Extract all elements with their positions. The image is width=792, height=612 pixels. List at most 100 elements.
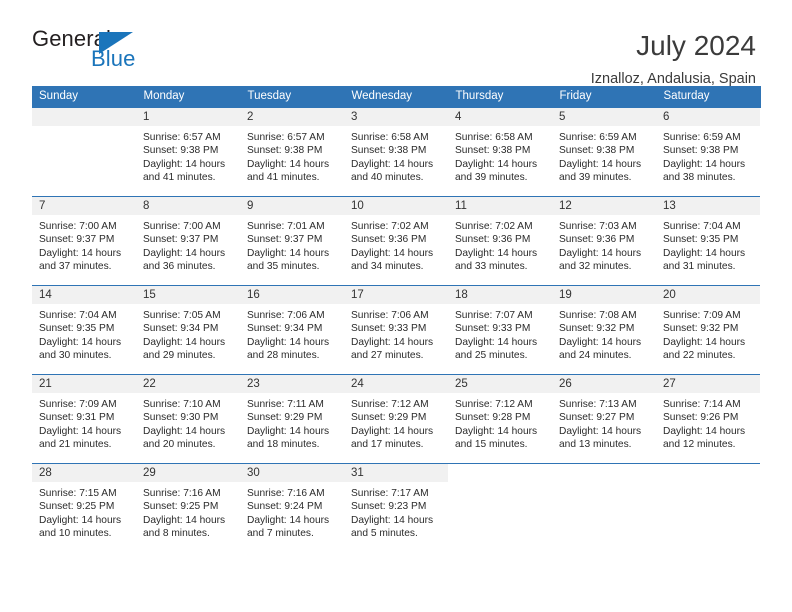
calendar-day-cell[interactable]: 25 Sunrise: 7:12 AM Sunset: 9:28 PM Dayligh… bbox=[448, 374, 552, 464]
day-number: 19 bbox=[552, 286, 656, 304]
weekday-header-wednesday: Wednesday bbox=[344, 86, 449, 108]
sunset-text: Sunset: 9:34 PM bbox=[247, 323, 323, 335]
calendar-day-cell[interactable]: 12 Sunrise: 7:03 AM Sunset: 9:36 PM Dayligh… bbox=[552, 196, 656, 286]
sunrise-text: Sunrise: 7:10 AM bbox=[143, 399, 221, 410]
sunset-text: Sunset: 9:38 PM bbox=[351, 145, 427, 157]
day-sun-info: Sunrise: 7:10 AM Sunset: 9:30 PM Daylight:… bbox=[136, 393, 240, 452]
daylight-text-line2: and 20 minutes. bbox=[143, 439, 216, 451]
day-sun-info: Sunrise: 6:59 AM Sunset: 9:38 PM Daylight:… bbox=[552, 126, 656, 185]
daylight-text-line2: and 15 minutes. bbox=[455, 439, 528, 451]
sunset-text: Sunset: 9:33 PM bbox=[351, 323, 427, 335]
day-number: 18 bbox=[448, 286, 552, 304]
day-number: 10 bbox=[344, 197, 448, 215]
daylight-text-line2: and 7 minutes. bbox=[247, 528, 314, 540]
calendar-day-cell[interactable]: 28 Sunrise: 7:15 AM Sunset: 9:25 PM Dayligh… bbox=[32, 463, 136, 553]
calendar-day-cell[interactable]: 18 Sunrise: 7:07 AM Sunset: 9:33 PM Dayligh… bbox=[448, 285, 552, 375]
daylight-text-line1: Daylight: 14 hours bbox=[663, 425, 746, 437]
day-sun-info: Sunrise: 7:06 AM Sunset: 9:33 PM Daylight:… bbox=[344, 304, 448, 363]
calendar-week-row: 7 Sunrise: 7:00 AM Sunset: 9:37 PM Daylight… bbox=[32, 196, 760, 286]
sunrise-text: Sunrise: 7:04 AM bbox=[39, 310, 117, 321]
weekday-header-tuesday: Tuesday bbox=[240, 86, 345, 108]
daylight-text-line2: and 27 minutes. bbox=[351, 350, 424, 362]
daylight-text-line1: Daylight: 14 hours bbox=[143, 514, 226, 526]
calendar-day-cell[interactable]: 1 Sunrise: 6:57 AM Sunset: 9:38 PM Daylight… bbox=[136, 107, 240, 197]
calendar-day-cell[interactable]: 8 Sunrise: 7:00 AM Sunset: 9:37 PM Daylight… bbox=[136, 196, 240, 286]
day-number: 14 bbox=[32, 286, 136, 304]
calendar-day-cell[interactable]: 20 Sunrise: 7:09 AM Sunset: 9:32 PM Dayligh… bbox=[656, 285, 760, 375]
sunset-text: Sunset: 9:35 PM bbox=[663, 234, 739, 246]
sunrise-text: Sunrise: 7:05 AM bbox=[143, 310, 221, 321]
daylight-text-line2: and 41 minutes. bbox=[143, 172, 216, 184]
sunrise-text: Sunrise: 7:16 AM bbox=[247, 488, 325, 499]
day-number: 11 bbox=[448, 197, 552, 215]
daylight-text-line1: Daylight: 14 hours bbox=[559, 158, 642, 170]
daylight-text-line1: Daylight: 14 hours bbox=[247, 247, 330, 259]
calendar-day-cell[interactable]: 29 Sunrise: 7:16 AM Sunset: 9:25 PM Dayligh… bbox=[136, 463, 240, 553]
calendar-body: 1 Sunrise: 6:57 AM Sunset: 9:38 PM Daylight… bbox=[32, 107, 760, 553]
sunrise-text: Sunrise: 7:00 AM bbox=[143, 221, 221, 232]
day-number: 31 bbox=[344, 464, 448, 482]
sunset-text: Sunset: 9:33 PM bbox=[455, 323, 531, 335]
daylight-text-line2: and 34 minutes. bbox=[351, 261, 424, 273]
calendar-day-cell[interactable]: 7 Sunrise: 7:00 AM Sunset: 9:37 PM Daylight… bbox=[32, 196, 136, 286]
sunset-text: Sunset: 9:26 PM bbox=[663, 412, 739, 424]
calendar-day-cell[interactable]: 4 Sunrise: 6:58 AM Sunset: 9:38 PM Daylight… bbox=[448, 107, 552, 197]
calendar-day-cell[interactable]: 3 Sunrise: 6:58 AM Sunset: 9:38 PM Daylight… bbox=[344, 107, 448, 197]
day-sun-info: Sunrise: 7:09 AM Sunset: 9:32 PM Daylight:… bbox=[656, 304, 760, 363]
daylight-text-line2: and 35 minutes. bbox=[247, 261, 320, 273]
day-number: 9 bbox=[240, 197, 344, 215]
day-number: 22 bbox=[136, 375, 240, 393]
sunrise-text: Sunrise: 7:04 AM bbox=[663, 221, 741, 232]
calendar-day-cell[interactable]: 11 Sunrise: 7:02 AM Sunset: 9:36 PM Dayligh… bbox=[448, 196, 552, 286]
daylight-text-line1: Daylight: 14 hours bbox=[351, 336, 434, 348]
calendar-day-cell[interactable]: 30 Sunrise: 7:16 AM Sunset: 9:24 PM Dayligh… bbox=[240, 463, 344, 553]
calendar-cell-empty bbox=[552, 463, 656, 553]
sunrise-text: Sunrise: 7:14 AM bbox=[663, 399, 741, 410]
calendar-day-cell[interactable]: 10 Sunrise: 7:02 AM Sunset: 9:36 PM Dayligh… bbox=[344, 196, 448, 286]
calendar-day-cell[interactable]: 24 Sunrise: 7:12 AM Sunset: 9:29 PM Dayligh… bbox=[344, 374, 448, 464]
daylight-text-line2: and 39 minutes. bbox=[559, 172, 632, 184]
day-number: 8 bbox=[136, 197, 240, 215]
day-sun-info: Sunrise: 7:04 AM Sunset: 9:35 PM Daylight:… bbox=[656, 215, 760, 274]
sunset-text: Sunset: 9:31 PM bbox=[39, 412, 115, 424]
day-sun-info: Sunrise: 7:13 AM Sunset: 9:27 PM Daylight:… bbox=[552, 393, 656, 452]
sunrise-text: Sunrise: 7:17 AM bbox=[351, 488, 429, 499]
weekday-header-saturday: Saturday bbox=[656, 86, 761, 108]
calendar-day-cell[interactable]: 6 Sunrise: 6:59 AM Sunset: 9:38 PM Daylight… bbox=[656, 107, 760, 197]
day-sun-info: Sunrise: 6:57 AM Sunset: 9:38 PM Daylight:… bbox=[240, 126, 344, 185]
daylight-text-line1: Daylight: 14 hours bbox=[247, 425, 330, 437]
calendar-day-cell[interactable]: 13 Sunrise: 7:04 AM Sunset: 9:35 PM Dayligh… bbox=[656, 196, 760, 286]
calendar-day-cell[interactable]: 15 Sunrise: 7:05 AM Sunset: 9:34 PM Dayligh… bbox=[136, 285, 240, 375]
sunset-text: Sunset: 9:32 PM bbox=[663, 323, 739, 335]
sunset-text: Sunset: 9:32 PM bbox=[559, 323, 635, 335]
day-number: 21 bbox=[32, 375, 136, 393]
calendar-day-cell[interactable]: 22 Sunrise: 7:10 AM Sunset: 9:30 PM Dayligh… bbox=[136, 374, 240, 464]
day-sun-info: Sunrise: 7:00 AM Sunset: 9:37 PM Daylight:… bbox=[32, 215, 136, 274]
calendar-day-cell[interactable]: 9 Sunrise: 7:01 AM Sunset: 9:37 PM Daylight… bbox=[240, 196, 344, 286]
calendar-day-cell[interactable]: 14 Sunrise: 7:04 AM Sunset: 9:35 PM Dayligh… bbox=[32, 285, 136, 375]
day-number bbox=[656, 464, 760, 482]
calendar-day-cell[interactable]: 16 Sunrise: 7:06 AM Sunset: 9:34 PM Dayligh… bbox=[240, 285, 344, 375]
daylight-text-line1: Daylight: 14 hours bbox=[39, 247, 122, 259]
weekday-header-friday: Friday bbox=[552, 86, 657, 108]
sunset-text: Sunset: 9:37 PM bbox=[247, 234, 323, 246]
day-number bbox=[552, 464, 656, 482]
calendar-day-cell[interactable]: 5 Sunrise: 6:59 AM Sunset: 9:38 PM Daylight… bbox=[552, 107, 656, 197]
calendar-day-cell[interactable]: 17 Sunrise: 7:06 AM Sunset: 9:33 PM Dayligh… bbox=[344, 285, 448, 375]
weekday-header-sunday: Sunday bbox=[32, 86, 137, 108]
calendar-day-cell[interactable]: 26 Sunrise: 7:13 AM Sunset: 9:27 PM Dayligh… bbox=[552, 374, 656, 464]
day-number: 30 bbox=[240, 464, 344, 482]
sunrise-text: Sunrise: 6:59 AM bbox=[663, 132, 741, 143]
calendar-day-cell[interactable]: 31 Sunrise: 7:17 AM Sunset: 9:23 PM Dayligh… bbox=[344, 463, 448, 553]
calendar-day-cell[interactable]: 23 Sunrise: 7:11 AM Sunset: 9:29 PM Dayligh… bbox=[240, 374, 344, 464]
calendar-day-cell[interactable]: 27 Sunrise: 7:14 AM Sunset: 9:26 PM Dayligh… bbox=[656, 374, 760, 464]
day-sun-info: Sunrise: 7:03 AM Sunset: 9:36 PM Daylight:… bbox=[552, 215, 656, 274]
sunrise-text: Sunrise: 7:06 AM bbox=[247, 310, 325, 321]
general-blue-logo[interactable]: General Blue bbox=[32, 28, 162, 74]
calendar-day-cell[interactable]: 21 Sunrise: 7:09 AM Sunset: 9:31 PM Dayligh… bbox=[32, 374, 136, 464]
day-sun-info: Sunrise: 7:06 AM Sunset: 9:34 PM Daylight:… bbox=[240, 304, 344, 363]
daylight-text-line2: and 40 minutes. bbox=[351, 172, 424, 184]
calendar-day-cell[interactable]: 19 Sunrise: 7:08 AM Sunset: 9:32 PM Dayligh… bbox=[552, 285, 656, 375]
calendar-day-cell[interactable]: 2 Sunrise: 6:57 AM Sunset: 9:38 PM Daylight… bbox=[240, 107, 344, 197]
sunset-text: Sunset: 9:38 PM bbox=[559, 145, 635, 157]
